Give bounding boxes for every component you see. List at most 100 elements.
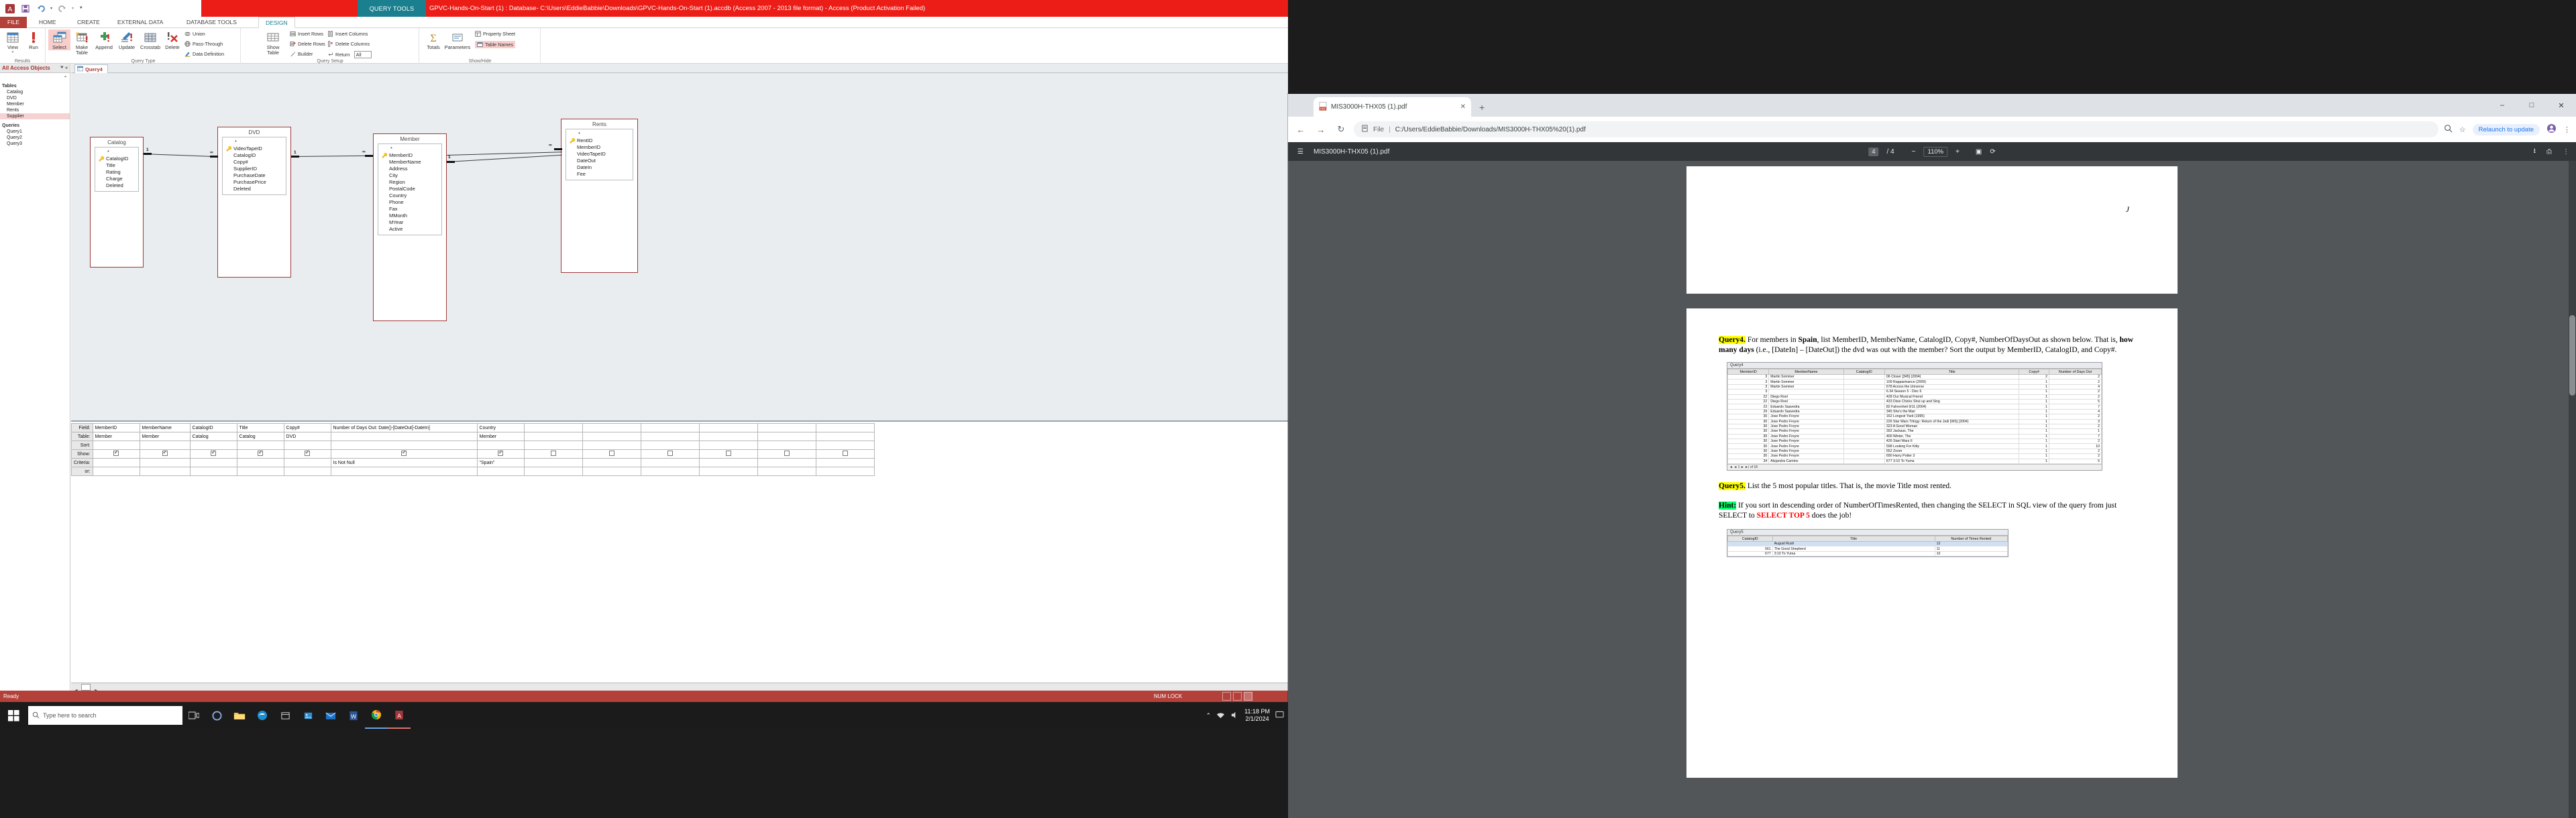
update-button[interactable]: Update xyxy=(116,30,138,50)
close-icon[interactable]: ✕ xyxy=(1460,103,1466,111)
qbe-table-5[interactable] xyxy=(330,432,478,441)
qbe-table-4[interactable]: DVD xyxy=(283,432,331,441)
pass-through-button[interactable]: Pass-Through xyxy=(184,41,223,47)
taskbar-search-input[interactable]: Type here to search xyxy=(28,706,182,725)
qbe-show-10[interactable] xyxy=(698,449,758,459)
table-cell[interactable]: Diego Roel xyxy=(1768,398,1844,405)
delete-columns-button[interactable]: Delete Columns xyxy=(327,41,370,47)
table-cell[interactable]: 226 Star Wars Trilogy: Return of the Jed… xyxy=(1884,418,2020,424)
qbe-field-9[interactable] xyxy=(640,423,700,432)
table-cell[interactable]: 1 xyxy=(2019,439,2049,445)
table-cell[interactable]: Jose Pedro Freyre xyxy=(1768,453,1844,459)
table-row[interactable]: 30 Jose Pedro Freyre 400 Winter, The 1 7 xyxy=(1727,433,2102,440)
qbe-table-10[interactable] xyxy=(698,432,758,441)
cortana-circle-icon[interactable] xyxy=(205,702,228,729)
table-cell[interactable]: 428 Our Musical Friend xyxy=(1884,394,2020,400)
table-cell[interactable] xyxy=(1843,453,1885,459)
show-table-button[interactable]: Show Table xyxy=(263,30,283,56)
table-cell[interactable]: 30 xyxy=(1727,414,1770,420)
tab-file[interactable]: FILE xyxy=(0,17,27,28)
table-row[interactable]: 30 Jose Pedro Freyre 552 Zoom 1 2 xyxy=(1727,448,2102,455)
scroll-thumb[interactable] xyxy=(81,684,91,691)
join-line-member-rents-b[interactable] xyxy=(447,154,562,162)
field-dvd-catalogid[interactable]: CatalogID xyxy=(223,152,286,159)
return-value[interactable]: All xyxy=(354,51,372,58)
query4-record-navigator[interactable]: ◄ ◄ 1 ► ►| of 18 xyxy=(1727,464,2102,471)
table-cell[interactable]: 30 xyxy=(1727,453,1770,459)
undo-dropdown-icon[interactable]: ▾ xyxy=(50,6,52,11)
table-row[interactable]: 3 Martin Sommer 678 Across the Universe 1 4 xyxy=(1727,384,2102,390)
pdf-zoom-level[interactable]: 110% xyxy=(1923,146,1948,157)
three-dot-menu-icon[interactable]: ⋮ xyxy=(2563,125,2571,134)
download-icon[interactable]: ⭳ xyxy=(2534,146,2536,158)
table-row[interactable]: 34 Alejandra Camino 677 3:10 To Yuma 1 5 xyxy=(1727,458,2102,465)
qbe-field-4[interactable]: Copy# xyxy=(283,423,331,432)
query-by-example-grid[interactable]: Field: MemberID MemberName CatalogID Tit… xyxy=(71,423,1288,693)
qbe-criteria-9[interactable] xyxy=(640,458,700,467)
field-member-active[interactable]: Active xyxy=(378,226,441,233)
field-catalog-title[interactable]: Title xyxy=(95,162,138,169)
table-cell[interactable] xyxy=(1843,428,1885,434)
table-cell[interactable]: 598 Looking For Kitty xyxy=(1884,443,2020,449)
table-cell[interactable]: 2 xyxy=(2019,373,2049,380)
table-cell[interactable]: 10 xyxy=(2049,443,2102,449)
qbe-or-11[interactable] xyxy=(757,467,816,476)
table-cell[interactable] xyxy=(1843,414,1885,420)
query5-result-grid[interactable]: Query5 CatalogID Title Number of Times R… xyxy=(1727,529,2008,558)
omnibox[interactable]: File | C:/Users/EddieBabbie/Downloads/MI… xyxy=(1354,121,2438,137)
show-hidden-icon[interactable]: ⌃ xyxy=(1206,712,1212,719)
table-cell[interactable]: 06 Closer [345] (2004) xyxy=(1884,373,2020,380)
navigation-pane-collapse-icon[interactable]: ⌃ xyxy=(63,75,68,81)
insert-rows-button[interactable]: Insert Rows xyxy=(290,31,323,37)
qbe-show-9[interactable] xyxy=(640,449,700,459)
qbe-table-7[interactable] xyxy=(523,432,583,441)
network-icon[interactable] xyxy=(1216,711,1225,720)
table-cell[interactable]: 1 xyxy=(2019,384,2049,390)
field-rents-dateout[interactable]: DateOut xyxy=(566,158,633,164)
table-cell[interactable]: 82 Fahrenheit 9/11 (2004) xyxy=(1884,404,2020,410)
qbe-table-0[interactable]: Member xyxy=(92,432,140,441)
qbe-or-9[interactable] xyxy=(640,467,700,476)
datasheet-view-icon[interactable] xyxy=(1222,692,1231,701)
table-cell[interactable]: 22 xyxy=(1727,394,1770,400)
qbe-sort-2[interactable] xyxy=(189,441,237,450)
table-cell[interactable]: 7 xyxy=(2049,433,2102,440)
field-catalog-rating[interactable]: Rating xyxy=(95,169,138,176)
qbe-criteria-6[interactable]: "Spain" xyxy=(476,458,525,467)
new-tab-button[interactable]: + xyxy=(1479,102,1485,113)
table-cell[interactable]: 2 xyxy=(2049,453,2102,459)
table-cell[interactable] xyxy=(1843,433,1885,440)
nav-item-dvd[interactable]: DVD xyxy=(0,95,70,101)
qbe-show-11[interactable] xyxy=(757,449,816,459)
table-cell[interactable] xyxy=(1843,439,1885,445)
field-catalog-charge[interactable]: Charge xyxy=(95,176,138,182)
table-row[interactable]: 30 Jose Pedro Freyre 690 Harry Potter 312 xyxy=(1727,453,2102,459)
qbe-or-2[interactable] xyxy=(189,467,237,476)
table-cell[interactable]: 1 xyxy=(2019,408,2049,415)
navigation-pane-header[interactable]: All Access Objects ⯆ « xyxy=(0,64,70,73)
table-cell[interactable]: 2 xyxy=(2049,394,2102,400)
qbe-or-3[interactable] xyxy=(236,467,284,476)
field-member-country[interactable]: Country xyxy=(378,192,441,199)
qbe-criteria-4[interactable] xyxy=(283,458,331,467)
query4-result-grid[interactable]: Query4 MemberID MemberName CatalogID Tit… xyxy=(1727,362,2102,471)
nav-item-supplier[interactable]: Supplier xyxy=(0,113,70,119)
field-dvd-videotapeid[interactable]: 🔑 VideoTapeID xyxy=(223,145,286,152)
q4-col-4[interactable]: Copy# xyxy=(2019,369,2049,375)
table-cell[interactable]: 3 xyxy=(1727,389,1770,395)
table-cell[interactable] xyxy=(1768,389,1844,395)
tab-create[interactable]: CREATE xyxy=(70,17,107,28)
qbe-field-8[interactable] xyxy=(582,423,641,432)
qbe-show-0[interactable] xyxy=(92,449,140,459)
task-view-icon[interactable] xyxy=(182,702,205,729)
redo-icon[interactable] xyxy=(56,3,68,14)
qbe-table-8[interactable] xyxy=(582,432,641,441)
table-cell[interactable]: 392 Jackass, The xyxy=(1884,428,2020,434)
table-cell[interactable]: 1 xyxy=(2019,443,2049,449)
table-row[interactable]: 3 Martin Sommer 06 Closer [345] (2004) 2 2 xyxy=(1727,373,2102,380)
parameters-button[interactable]: Parameters xyxy=(444,30,471,50)
table-row[interactable]: 29 Eduardo Saavedra 345 She's the Man 1 4 xyxy=(1727,408,2102,415)
table-cell[interactable]: 345 She's the Man xyxy=(1884,408,2020,415)
pdf-scrollbar[interactable] xyxy=(2569,161,2576,818)
qbe-sort-8[interactable] xyxy=(582,441,641,450)
